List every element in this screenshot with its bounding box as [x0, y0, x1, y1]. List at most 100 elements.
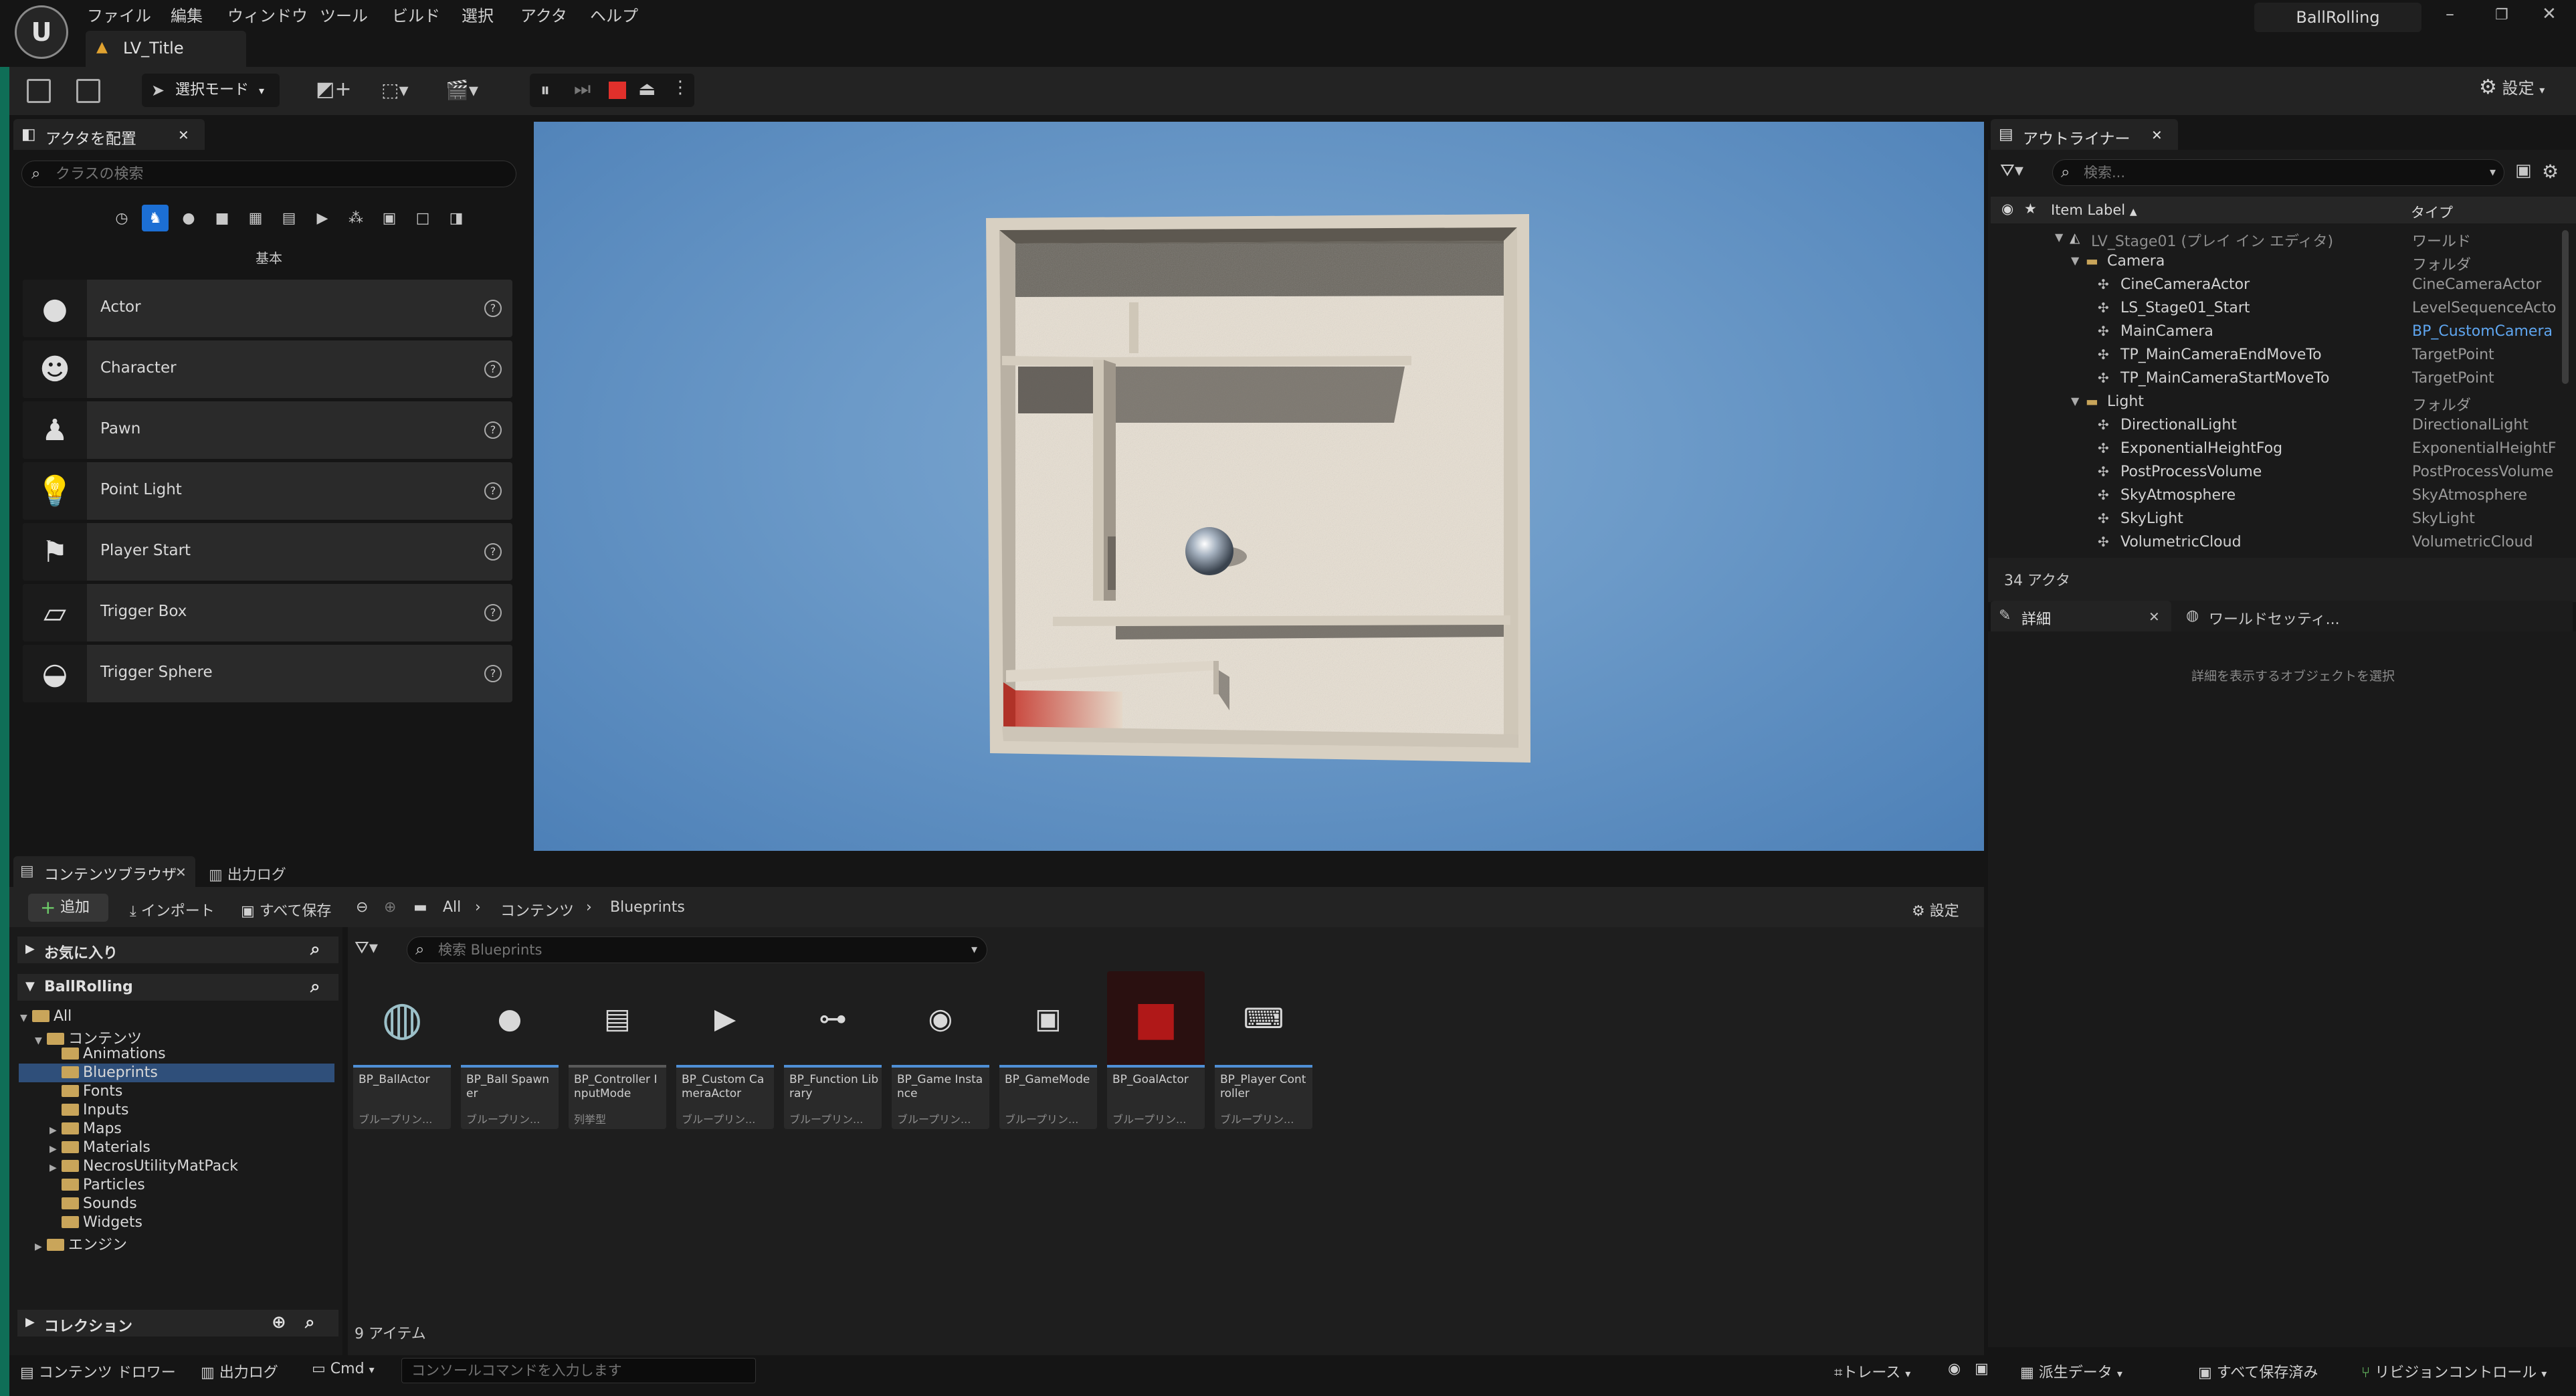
folder-tree-item[interactable]: Fonts — [49, 1083, 122, 1102]
recent-icon[interactable]: ◷ — [108, 205, 135, 231]
save-status[interactable]: ▣ すべて保存済み — [2198, 1361, 2318, 1382]
revision-control-dropdown[interactable]: ⑂ リビジョンコントロール ▾ — [2361, 1361, 2547, 1382]
breadcrumb-all[interactable]: All — [443, 899, 461, 916]
derived-data-dropdown[interactable]: ▦ 派生データ ▾ — [2020, 1361, 2122, 1382]
outliner-search-input[interactable] — [2084, 163, 2458, 183]
asset-tile[interactable]: ▤ BP_Controller InputMode 列挙型 — [569, 971, 666, 1129]
outliner-row[interactable]: ✣ PostProcessVolume PostProcessVolume — [1991, 461, 2559, 484]
history-back-icon[interactable]: ⊖ — [356, 899, 368, 916]
menu-item[interactable]: ファイル — [87, 3, 151, 26]
outliner-row[interactable]: ✣ SkyAtmosphere SkyAtmosphere — [1991, 484, 2559, 508]
search-icon[interactable]: ⌕ — [310, 939, 320, 960]
content-drawer-button[interactable]: ▤ コンテンツ ドロワー — [20, 1361, 176, 1382]
outliner-row[interactable]: ✣ TP_MainCameraStartMoveTo TargetPoint — [1991, 367, 2559, 391]
cinematic-icon[interactable]: ▦ — [242, 205, 269, 231]
help-icon[interactable]: ? — [484, 482, 502, 500]
close-tab-icon[interactable]: ✕ — [2151, 127, 2163, 143]
help-icon[interactable]: ? — [484, 361, 502, 378]
cmd-dropdown[interactable]: ▭ Cmd ▾ — [312, 1361, 375, 1377]
close-tab-icon[interactable]: ✕ — [175, 864, 187, 880]
class-search-input[interactable] — [56, 164, 497, 184]
pause-icon[interactable]: ⏸ — [540, 79, 550, 102]
folder-tree-item[interactable]: Widgets — [49, 1214, 142, 1233]
close-tab-icon[interactable]: ✕ — [2149, 609, 2160, 625]
project-header[interactable]: ▼ BallRolling ⌕ — [17, 974, 338, 1001]
actor-row[interactable]: ● Actor? — [23, 280, 512, 337]
outliner-row[interactable]: ✣ CineCameraActor CineCameraActor — [1991, 274, 2559, 297]
outliner-row[interactable]: ✣ DirectionalLight DirectionalLight — [1991, 414, 2559, 437]
outliner-row-type[interactable]: BP_CustomCamera — [2412, 323, 2559, 340]
outliner-row[interactable]: ✣ VolumetricCloud VolumetricCloud — [1991, 531, 2559, 555]
asset-search-box[interactable]: ⌕ ▾ — [407, 936, 987, 963]
more-category-icon[interactable]: ◨ — [443, 205, 470, 231]
asset-tile[interactable]: ● BP_Ball Spawner ブループリン... — [461, 971, 559, 1129]
chevron-right-icon[interactable]: ▶ — [35, 1241, 47, 1252]
chevron-down-icon[interactable]: ▼ — [20, 1013, 32, 1023]
save-icon[interactable] — [27, 79, 51, 103]
class-search-box[interactable]: ⌕ — [21, 161, 516, 187]
collections-header[interactable]: ▶ コレクション ⊕ ⌕ — [17, 1310, 338, 1336]
favorites-header[interactable]: ▶ お気に入り ⌕ — [17, 936, 338, 963]
details-tab[interactable]: ✎ 詳細 ✕ — [1991, 601, 2171, 631]
menu-item[interactable]: ツール — [320, 3, 368, 26]
folder-tree-item[interactable]: ▶ Maps — [49, 1120, 122, 1139]
menu-item[interactable]: ウィンドウ — [227, 3, 308, 26]
cb-settings-button[interactable]: ⚙ 設定 — [1912, 899, 1959, 920]
star-icon[interactable]: ★ — [2024, 201, 2037, 217]
record-icon[interactable]: ◉ — [1948, 1361, 1961, 1377]
chevron-right-icon[interactable]: ▶ — [49, 1163, 62, 1173]
lights-icon[interactable]: ● — [175, 205, 202, 231]
place-actors-tab[interactable]: ◧ アクタを配置 ✕ — [13, 119, 205, 150]
close-window-icon[interactable]: ✕ — [2542, 4, 2557, 24]
visual-effects-icon[interactable]: ▤ — [276, 205, 302, 231]
actor-row[interactable]: ◒ Trigger Sphere? — [23, 645, 512, 702]
chevron-down-icon[interactable]: ▼ — [35, 1035, 47, 1046]
minimize-icon[interactable]: – — [2446, 4, 2454, 24]
asset-tile[interactable]: ◍ BP_BallActor ブループリン... — [353, 971, 451, 1129]
folder-tree-item[interactable]: Particles — [49, 1177, 145, 1195]
volumes-icon[interactable]: ⁂ — [342, 205, 369, 231]
content-browser-tab[interactable]: ▤ コンテンツブラウザ ✕ — [13, 856, 195, 887]
world-settings-tab[interactable]: ◍ ワールドセッティ... — [2182, 601, 2376, 631]
add-folder-icon[interactable]: ▣ — [2515, 161, 2532, 181]
boxes-icon[interactable]: □ — [409, 205, 436, 231]
item-label-column[interactable]: Item Label ▲ — [2051, 202, 2137, 218]
more-options-icon[interactable]: ⋮ — [672, 78, 689, 98]
actor-row[interactable]: ⚑ Player Start? — [23, 523, 512, 581]
filter-icon[interactable]: ⛛▾ — [355, 938, 378, 959]
level-viewport[interactable] — [534, 122, 1984, 851]
help-icon[interactable]: ? — [484, 421, 502, 439]
outliner-row[interactable]: ▼ ▬ Light フォルダ — [1991, 391, 2559, 414]
folder-tree-item[interactable]: Blueprints — [49, 1064, 158, 1083]
actor-row[interactable]: 💡 Point Light? — [23, 462, 512, 520]
folder-tree-item[interactable]: ▶ NecrosUtilityMatPack — [49, 1158, 238, 1177]
ball-actor[interactable] — [1185, 527, 1233, 575]
settings-button[interactable]: ⚙ 設定 ▾ — [2479, 75, 2545, 99]
outliner-row[interactable]: ✣ ExponentialHeightFog ExponentialHeightF — [1991, 437, 2559, 461]
save-all-button[interactable]: ▣ すべて保存 — [241, 899, 331, 920]
asset-tile[interactable]: ■ BP_GoalActor ブループリン... — [1107, 971, 1205, 1129]
type-column[interactable]: タイプ — [2411, 202, 2453, 222]
output-log-tab[interactable]: ▥ 出力ログ — [209, 863, 286, 884]
basic-category-icon[interactable]: ♞ — [142, 205, 169, 231]
unreal-logo-icon[interactable]: U — [15, 5, 68, 59]
outliner-row[interactable]: ✣ TP_MainCameraEndMoveTo TargetPoint — [1991, 344, 2559, 367]
folder-tree-item[interactable]: ▼ All — [20, 1008, 72, 1027]
menu-item[interactable]: 編集 — [171, 3, 203, 26]
gear-icon[interactable]: ⚙ — [2542, 161, 2559, 183]
search-icon[interactable]: ⌕ — [310, 977, 320, 997]
breadcrumb-content[interactable]: コンテンツ — [500, 899, 574, 920]
actor-row[interactable]: ♟ Pawn? — [23, 401, 512, 459]
eye-icon[interactable]: ◉ — [2001, 201, 2013, 217]
chevron-down-icon[interactable]: ▼ — [2071, 395, 2079, 407]
stop-icon[interactable] — [609, 82, 626, 99]
eject-icon[interactable]: ⏏ — [638, 78, 656, 100]
add-collection-icon[interactable]: ⊕ — [272, 1312, 286, 1332]
history-forward-icon[interactable]: ⊕ — [384, 899, 396, 916]
close-tab-icon[interactable]: ✕ — [178, 127, 189, 143]
cinematics-icon[interactable]: 🎬▾ — [445, 79, 478, 101]
chevron-right-icon[interactable]: ▶ — [49, 1144, 62, 1155]
menu-item[interactable]: 選択 — [462, 3, 494, 26]
menu-item[interactable]: ビルド — [392, 3, 440, 26]
outliner-tab[interactable]: ▤ アウトライナー ✕ — [1991, 119, 2178, 150]
